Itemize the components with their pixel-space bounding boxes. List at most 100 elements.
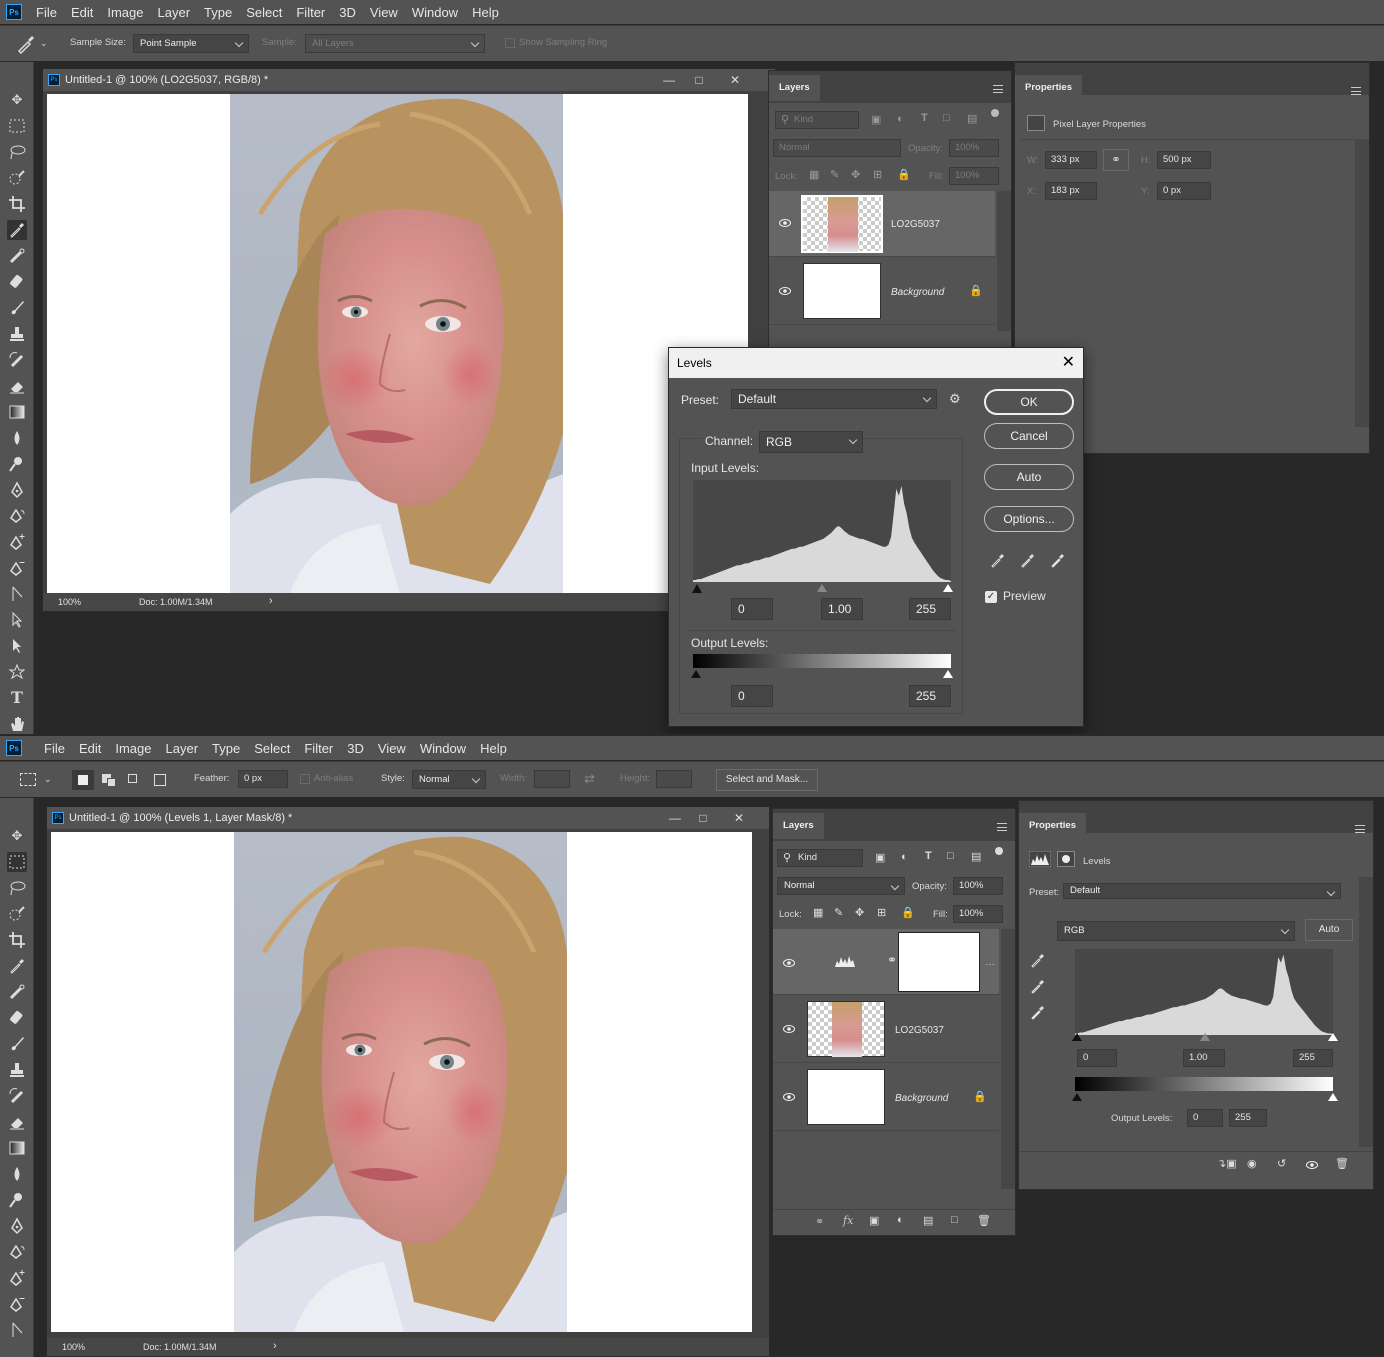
menu-edit[interactable]: Edit <box>79 741 101 756</box>
gear-icon[interactable]: ⚙ <box>949 391 961 407</box>
shape-filter-icon[interactable]: □ <box>943 112 950 124</box>
scrollbar[interactable] <box>1001 929 1015 1189</box>
filter-toggle-icon[interactable] <box>991 109 999 117</box>
menu-view[interactable]: View <box>370 5 398 20</box>
lock-position-icon[interactable]: ✥ <box>855 906 864 919</box>
close-icon[interactable]: ✕ <box>725 71 745 89</box>
layers-tab[interactable]: Layers <box>773 813 824 839</box>
properties-tab[interactable]: Properties <box>1019 813 1086 839</box>
menu-3d[interactable]: 3D <box>347 741 364 756</box>
select-and-mask-button[interactable]: Select and Mask... <box>716 769 818 791</box>
ok-button[interactable]: OK <box>984 389 1074 415</box>
visibility-eye-icon[interactable] <box>779 285 791 297</box>
clone-stamp-tool-icon[interactable] <box>7 324 27 344</box>
layer-thumbnail[interactable] <box>807 1069 885 1125</box>
lock-artboard-icon[interactable]: ⊞ <box>873 168 882 181</box>
add-mask-icon[interactable]: ▣ <box>869 1214 879 1227</box>
freeform-pen-tool-icon[interactable] <box>7 506 27 526</box>
properties-tab[interactable]: Properties <box>1015 75 1082 101</box>
document-tab[interactable]: Ps Untitled-1 @ 100% (Levels 1, Layer Ma… <box>47 807 769 829</box>
output-white-slider[interactable] <box>943 670 953 678</box>
output-white-field[interactable]: 255 <box>1229 1109 1267 1127</box>
input-gamma-field[interactable]: 1.00 <box>821 598 863 620</box>
link-icon[interactable]: ⚭ <box>1103 149 1129 171</box>
blur-tool-icon[interactable] <box>7 1164 27 1184</box>
menu-type[interactable]: Type <box>204 5 232 20</box>
eyedropper-tool-icon[interactable] <box>7 956 27 976</box>
type-filter-icon[interactable]: T <box>925 850 932 862</box>
clone-stamp-tool-icon[interactable] <box>7 1060 27 1080</box>
menu-filter[interactable]: Filter <box>304 741 333 756</box>
menu-file[interactable]: File <box>44 741 65 756</box>
eraser-tool-icon[interactable] <box>7 1112 27 1132</box>
type-filter-icon[interactable]: T <box>921 112 928 124</box>
eraser-tool-icon[interactable] <box>7 376 27 396</box>
layer-name[interactable]: LO2G5037 <box>895 1025 944 1036</box>
input-gamma-slider[interactable] <box>1200 1033 1210 1041</box>
add-anchor-point-icon[interactable] <box>7 1268 27 1288</box>
layer-name[interactable]: Background <box>891 287 944 298</box>
shape-filter-icon[interactable]: □ <box>947 850 954 862</box>
preset-select[interactable]: Default <box>1063 883 1341 899</box>
white-point-eyedropper-icon[interactable] <box>1029 1003 1047 1021</box>
convert-point-icon[interactable] <box>7 584 27 604</box>
output-black-slider[interactable] <box>691 670 701 678</box>
panel-menu-icon[interactable] <box>1351 87 1361 95</box>
delete-anchor-point-icon[interactable] <box>7 1294 27 1314</box>
document-canvas[interactable] <box>47 94 748 594</box>
maximize-icon[interactable]: □ <box>689 71 709 89</box>
zoom-level[interactable]: 100% <box>58 597 81 607</box>
pixel-filter-icon[interactable]: ▣ <box>875 851 885 864</box>
type-tool-icon[interactable]: T <box>7 688 27 708</box>
close-icon[interactable]: ✕ <box>1062 348 1075 378</box>
output-white-slider[interactable] <box>1328 1093 1338 1101</box>
new-layer-icon[interactable]: □ <box>951 1214 958 1226</box>
menu-image[interactable]: Image <box>115 741 151 756</box>
smart-object-filter-icon[interactable]: ▤ <box>967 112 977 125</box>
input-white-field[interactable]: 255 <box>909 598 951 620</box>
marquee-tool-icon[interactable] <box>7 852 27 872</box>
panel-menu-icon[interactable] <box>993 85 1003 93</box>
layers-tab[interactable]: Layers <box>769 75 820 101</box>
visibility-eye-icon[interactable] <box>783 957 795 969</box>
add-anchor-point-icon[interactable] <box>7 532 27 552</box>
width-field[interactable]: 333 px <box>1045 151 1097 169</box>
black-point-eyedropper-icon[interactable] <box>1029 951 1047 969</box>
view-previous-state-icon[interactable]: ◉ <box>1247 1157 1257 1170</box>
mask-link-icon[interactable]: ⚭ <box>887 953 897 967</box>
layer-row[interactable]: Background 🔒 <box>773 1065 999 1131</box>
layer-thumbnail[interactable] <box>801 195 883 253</box>
channel-select[interactable]: RGB <box>759 431 863 453</box>
output-black-slider[interactable] <box>1072 1093 1082 1101</box>
brush-tool-icon[interactable] <box>7 1034 27 1054</box>
scrollbar[interactable] <box>1359 877 1373 1147</box>
gray-point-eyedropper-icon[interactable] <box>1029 977 1047 995</box>
chevron-right-icon[interactable]: › <box>269 595 273 607</box>
input-white-slider[interactable] <box>943 584 953 592</box>
input-black-field[interactable]: 0 <box>1077 1049 1117 1067</box>
layer-row[interactable]: Background 🔒 <box>769 259 995 325</box>
menu-layer[interactable]: Layer <box>158 5 191 20</box>
folder-icon[interactable]: ▤ <box>923 1214 933 1227</box>
rectangular-marquee-icon[interactable] <box>20 773 36 786</box>
preview-checkbox[interactable]: ✓ <box>985 591 997 603</box>
antialias-checkbox[interactable] <box>300 774 310 784</box>
output-white-field[interactable]: 255 <box>909 685 951 707</box>
sampling-ring-checkbox[interactable] <box>505 38 515 48</box>
convert-point-icon[interactable] <box>7 1320 27 1340</box>
lock-transparent-icon[interactable]: ▦ <box>813 906 823 919</box>
lasso-tool-icon[interactable] <box>7 142 27 162</box>
new-selection-button[interactable] <box>72 770 94 790</box>
link-layers-icon[interactable]: ⚭ <box>815 1215 824 1228</box>
input-gamma-field[interactable]: 1.00 <box>1183 1049 1225 1067</box>
lock-pixels-icon[interactable]: ✎ <box>830 168 839 181</box>
healing-brush-tool-icon[interactable] <box>7 1008 27 1028</box>
fill-field[interactable]: 100% <box>953 905 1003 923</box>
fill-field[interactable]: 100% <box>949 167 999 185</box>
style-select[interactable]: Normal <box>412 770 486 789</box>
sample-layers-select[interactable]: All Layers <box>305 34 485 53</box>
auto-button[interactable]: Auto <box>984 464 1074 490</box>
gradient-tool-icon[interactable] <box>7 1138 27 1158</box>
panel-menu-icon[interactable] <box>997 823 1007 831</box>
preset-select[interactable]: Default <box>731 389 937 409</box>
